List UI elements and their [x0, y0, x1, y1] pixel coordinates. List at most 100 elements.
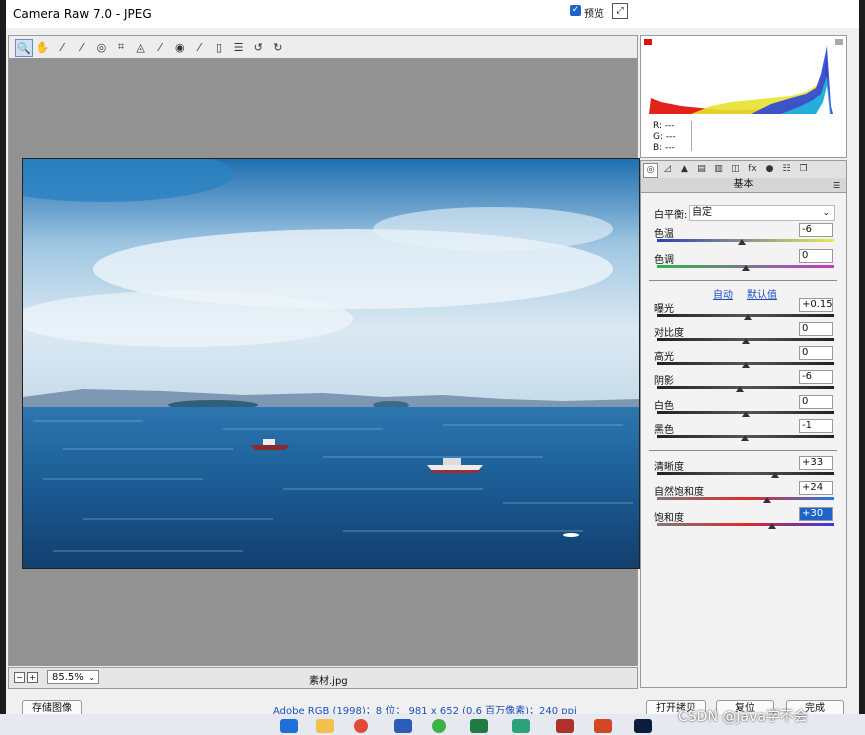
temp-slider-thumb[interactable] [737, 239, 746, 245]
shadows-label: 阴影 [654, 376, 674, 387]
exposure-slider-thumb[interactable] [744, 314, 753, 320]
chrome-icon[interactable] [354, 719, 368, 733]
graduated-filter-tool-icon[interactable]: ▯ [211, 39, 227, 55]
preview-checkbox[interactable]: ✓ [570, 5, 581, 16]
photoshop-icon[interactable] [634, 719, 652, 733]
spot-removal-tool-icon[interactable]: ⁄ [152, 39, 168, 55]
start-icon[interactable] [280, 719, 298, 733]
blacks-label: 黑色 [654, 425, 674, 436]
tab-basic[interactable]: ◎ [643, 163, 658, 178]
tab-effects[interactable]: fx [746, 163, 759, 176]
vibrance-slider[interactable] [657, 497, 834, 500]
red-eye-tool-icon[interactable]: ◉ [172, 39, 188, 55]
saturation-slider[interactable] [657, 523, 834, 526]
clarity-value-field[interactable]: +33 [799, 456, 833, 470]
divider [649, 280, 837, 281]
contrast-slider-thumb[interactable] [741, 338, 750, 344]
clarity-slider-thumb[interactable] [770, 472, 779, 478]
whites-label: 白色 [654, 401, 674, 412]
saturation-value-field[interactable]: +30 [799, 507, 833, 521]
histogram [640, 35, 847, 119]
zoom-value: 85.5% [52, 672, 84, 683]
whites-slider-thumb[interactable] [741, 411, 750, 417]
chevron-down-icon: ⌄ [822, 208, 830, 218]
status-bar: − + 85.5% ⌄ 素材.jpg [8, 667, 638, 689]
preferences-tool-icon[interactable]: ☰ [231, 39, 247, 55]
adjustment-brush-tool-icon[interactable]: ⁄ [191, 39, 207, 55]
temp-label: 色温 [654, 229, 674, 240]
preview-label: 预览 [584, 9, 604, 20]
app-icon[interactable] [512, 719, 530, 733]
rotate-right-tool-icon[interactable]: ↻ [270, 39, 286, 55]
tab-detail[interactable]: ▲ [678, 163, 691, 176]
shadows-slider-thumb[interactable] [736, 386, 745, 392]
tab-lens[interactable]: ◫ [729, 163, 742, 176]
tab-hsl[interactable]: ▤ [695, 163, 708, 176]
watermark-text: CSDN @Java学不会 [678, 709, 808, 725]
panel-menu-icon[interactable]: ☰ [833, 181, 840, 190]
zoom-out-button[interactable]: − [14, 672, 25, 683]
blacks-value-field[interactable]: -1 [799, 419, 833, 433]
vibrance-value-field[interactable]: +24 [799, 481, 833, 495]
highlights-value-field[interactable]: 0 [799, 346, 833, 360]
tab-split-toning[interactable]: ▥ [712, 163, 725, 176]
file-explorer-icon[interactable] [316, 719, 334, 733]
temp-value-field[interactable]: -6 [799, 223, 833, 237]
tab-presets[interactable]: ☷ [780, 163, 793, 176]
preview-canvas[interactable] [8, 58, 640, 666]
r-readout: R: --- [653, 121, 675, 131]
zoom-in-button[interactable]: + [27, 672, 38, 683]
white-balance-select[interactable]: 自定 ⌄ [689, 205, 835, 221]
vibrance-slider-thumb[interactable] [762, 497, 771, 503]
contrast-value-field[interactable]: 0 [799, 322, 833, 336]
zoom-select[interactable]: 85.5% ⌄ [47, 670, 99, 684]
default-link[interactable]: 默认值 [747, 286, 777, 301]
tab-snapshots[interactable]: ❐ [797, 163, 810, 176]
photo-preview [22, 158, 640, 569]
readout-divider [691, 121, 692, 151]
divider [649, 450, 837, 451]
highlights-slider-thumb[interactable] [741, 362, 750, 368]
zoom-tool-icon[interactable]: 🔍 [15, 39, 33, 57]
whites-value-field[interactable]: 0 [799, 395, 833, 409]
white-balance-label: 白平衡: [654, 210, 688, 221]
rgb-readout: R: --- G: --- B: --- [640, 117, 847, 158]
chevron-down-icon: ⌄ [88, 673, 95, 682]
saturation-label: 饱和度 [654, 513, 684, 524]
auto-link[interactable]: 自动 [713, 286, 733, 301]
crop-tool-icon[interactable]: ⌗ [113, 39, 129, 55]
white-balance-value: 自定 [692, 207, 712, 218]
tint-slider-thumb[interactable] [741, 265, 750, 271]
vibrance-label: 自然饱和度 [654, 487, 704, 498]
tab-camera-calibration[interactable]: ● [763, 163, 776, 176]
title-bar: Camera Raw 7.0 - JPEG [6, 0, 859, 28]
excel-icon[interactable] [470, 719, 488, 733]
straighten-tool-icon[interactable]: ◬ [133, 39, 149, 55]
exposure-value-field[interactable]: +0.15 [799, 298, 833, 312]
b-readout: B: --- [653, 143, 675, 153]
g-readout: G: --- [653, 132, 676, 142]
powerpoint-icon[interactable] [594, 719, 612, 733]
shadows-slider[interactable] [657, 386, 834, 389]
tool-bar: 🔍 ✋ ⁄ ⁄ ◎ ⌗ ◬ ⁄ ◉ ⁄ ▯ ☰ ↺ ↻ [8, 35, 638, 59]
app-icon[interactable] [556, 719, 574, 733]
targeted-adjustment-tool-icon[interactable]: ◎ [93, 39, 109, 55]
fullscreen-icon[interactable]: ⤢ [612, 3, 628, 19]
blacks-slider-thumb[interactable] [740, 435, 749, 441]
hand-tool-icon[interactable]: ✋ [35, 39, 51, 55]
panel-tabs: ◎ ◿ ▲ ▤ ▥ ◫ fx ● ☷ ❐ [640, 160, 847, 180]
tab-tone-curve[interactable]: ◿ [661, 163, 674, 176]
exposure-label: 曝光 [654, 304, 674, 315]
white-balance-tool-icon[interactable]: ⁄ [54, 39, 70, 55]
highlights-label: 高光 [654, 352, 674, 363]
tint-value-field[interactable]: 0 [799, 249, 833, 263]
word-icon[interactable] [394, 719, 412, 733]
color-sampler-tool-icon[interactable]: ⁄ [74, 39, 90, 55]
saturation-slider-thumb[interactable] [768, 523, 777, 529]
wechat-icon[interactable] [432, 719, 446, 733]
clarity-slider[interactable] [657, 472, 834, 475]
shadows-value-field[interactable]: -6 [799, 370, 833, 384]
file-name: 素材.jpg [309, 676, 348, 687]
rotate-left-tool-icon[interactable]: ↺ [250, 39, 266, 55]
tint-label: 色调 [654, 255, 674, 266]
